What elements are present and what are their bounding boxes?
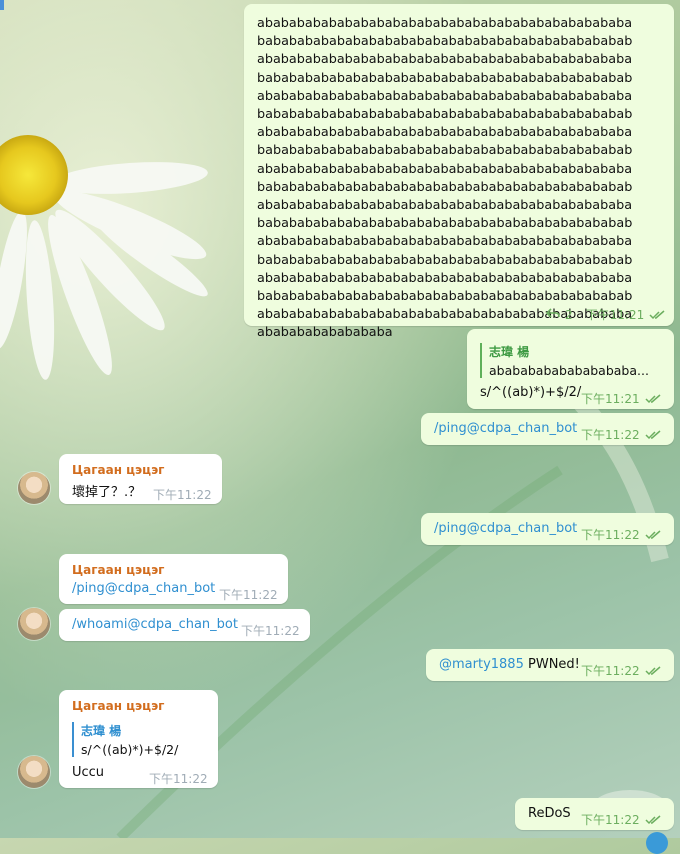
- message-text-line: babababababababababababababababababababa…: [257, 34, 633, 50]
- sender-avatar[interactable]: [18, 756, 50, 788]
- window-edge-accent: [0, 0, 4, 10]
- user-mention-link[interactable]: @marty1885: [439, 657, 524, 672]
- message-text: @marty1885 PWNed!: [439, 657, 580, 672]
- message-text: abababababababababababababababababababab…: [257, 15, 661, 343]
- reply-quote[interactable]: 志瑋 楊 abababababababababa...: [480, 343, 649, 378]
- message-text: Uccu: [72, 765, 105, 780]
- message-time: 下午11:22: [581, 528, 640, 542]
- message-meta: 下午11:22: [581, 662, 662, 679]
- message-time: 下午11:22: [241, 624, 300, 638]
- message-meta: 2 下午11:21: [545, 306, 666, 323]
- message-meta: 下午11:22: [241, 622, 300, 639]
- message-outgoing[interactable]: /ping@cdpa_chan_bot 下午11:22: [421, 513, 674, 545]
- message-incoming[interactable]: Цагаан цэцэг 壞掉了？.？ 下午11:22: [59, 454, 222, 504]
- message-text: 壞掉了？.？: [72, 485, 142, 500]
- message-meta: 下午11:22: [219, 586, 278, 603]
- message-time: 下午11:22: [581, 813, 640, 827]
- double-check-icon: [645, 529, 661, 539]
- message-text: ReDoS: [528, 806, 571, 821]
- bot-command-link[interactable]: /whoami@cdpa_chan_bot: [72, 617, 238, 632]
- sender-name[interactable]: Цагаан цэцэг: [72, 699, 164, 713]
- message-incoming[interactable]: /whoami@cdpa_chan_bot 下午11:22: [59, 609, 310, 641]
- message-outgoing[interactable]: /ping@cdpa_chan_bot 下午11:22: [421, 413, 674, 445]
- sender-avatar[interactable]: [18, 472, 50, 504]
- message-text-line: babababababababababababababababababababa…: [257, 107, 633, 123]
- message-text-line: abababababababababababababababababababab…: [257, 52, 633, 68]
- sender-name[interactable]: Цагаан цэцэг: [72, 563, 164, 577]
- message-body: PWNed!: [528, 657, 580, 672]
- double-check-icon: [649, 309, 665, 319]
- message-time: 下午11:22: [153, 488, 212, 502]
- message-time: 下午11:21: [585, 308, 645, 322]
- bot-command-link[interactable]: /ping@cdpa_chan_bot: [72, 581, 215, 596]
- message-text-line: babababababababababababababababababababa…: [257, 252, 633, 268]
- double-check-icon: [645, 429, 661, 439]
- message-meta: 下午11:22: [581, 426, 662, 443]
- message-time: 下午11:22: [149, 772, 208, 786]
- quote-text: abababababababababa...: [489, 363, 649, 378]
- message-time: 下午11:21: [581, 392, 640, 406]
- message-text-line: abababababababababababababababababababab…: [257, 16, 633, 31]
- double-check-icon: [645, 814, 661, 824]
- reply-arrow-icon[interactable]: [545, 307, 560, 322]
- quote-author: 志瑋 楊: [489, 345, 530, 359]
- sender-name[interactable]: Цагаан цэцэг: [72, 463, 164, 477]
- message-meta: 下午11:22: [149, 770, 208, 787]
- message-time: 下午11:22: [219, 588, 278, 602]
- message-outgoing[interactable]: @marty1885 PWNed! 下午11:22: [426, 649, 674, 681]
- message-time: 下午11:22: [581, 664, 640, 678]
- message-meta: 下午11:21: [581, 390, 662, 407]
- message-text-line: babababababababababababababababababababa…: [257, 216, 633, 232]
- message-text-line: babababababababababababababababababababa…: [257, 289, 633, 305]
- replies-count[interactable]: 2: [565, 308, 573, 322]
- reply-quote[interactable]: 志瑋 楊 s/^((ab)*)+$/2/: [72, 722, 178, 757]
- bot-command-link[interactable]: /ping@cdpa_chan_bot: [434, 521, 577, 536]
- message-outgoing-long[interactable]: abababababababababababababababababababab…: [244, 4, 674, 340]
- message-meta: 下午11:22: [581, 811, 662, 828]
- message-text-line: abababababababababababababababababababab…: [257, 270, 633, 286]
- quote-text: s/^((ab)*)+$/2/: [81, 742, 179, 757]
- message-time: 下午11:22: [581, 428, 640, 442]
- quote-author: 志瑋 楊: [81, 724, 122, 738]
- message-text-line: babababababababababababababababababababa…: [257, 179, 633, 195]
- message-meta: 下午11:22: [581, 526, 662, 543]
- message-incoming-reply[interactable]: Цагаан цэцэг 志瑋 楊 s/^((ab)*)+$/2/ Uccu 下…: [59, 690, 218, 788]
- message-text-line: abababababababababababababababababababab…: [257, 161, 633, 177]
- message-text-line: babababababababababababababababababababa…: [257, 70, 633, 86]
- message-meta: 下午11:22: [153, 486, 212, 503]
- double-check-icon: [645, 393, 661, 403]
- message-text-line: abababababababababababababababababababab…: [257, 88, 633, 104]
- scroll-down-button[interactable]: [646, 832, 668, 854]
- message-text-line: abababababababababababababababababababab…: [257, 125, 633, 141]
- double-check-icon: [645, 665, 661, 675]
- message-outgoing[interactable]: ReDoS 下午11:22: [515, 798, 674, 830]
- message-text-line: abababababababababababababababababababab…: [257, 198, 633, 214]
- message-incoming[interactable]: Цагаан цэцэг /ping@cdpa_chan_bot 下午11:22: [59, 554, 288, 604]
- message-text-line: abababababababababababababababababababab…: [257, 234, 633, 250]
- bot-command-link[interactable]: /ping@cdpa_chan_bot: [434, 421, 577, 436]
- sender-avatar[interactable]: [18, 608, 50, 640]
- message-text: s/^((ab)*)+$/2/: [480, 385, 582, 400]
- message-outgoing-reply[interactable]: 志瑋 楊 abababababababababa... s/^((ab)*)+$…: [467, 329, 674, 409]
- message-text-line: babababababababababababababababababababa…: [257, 143, 633, 159]
